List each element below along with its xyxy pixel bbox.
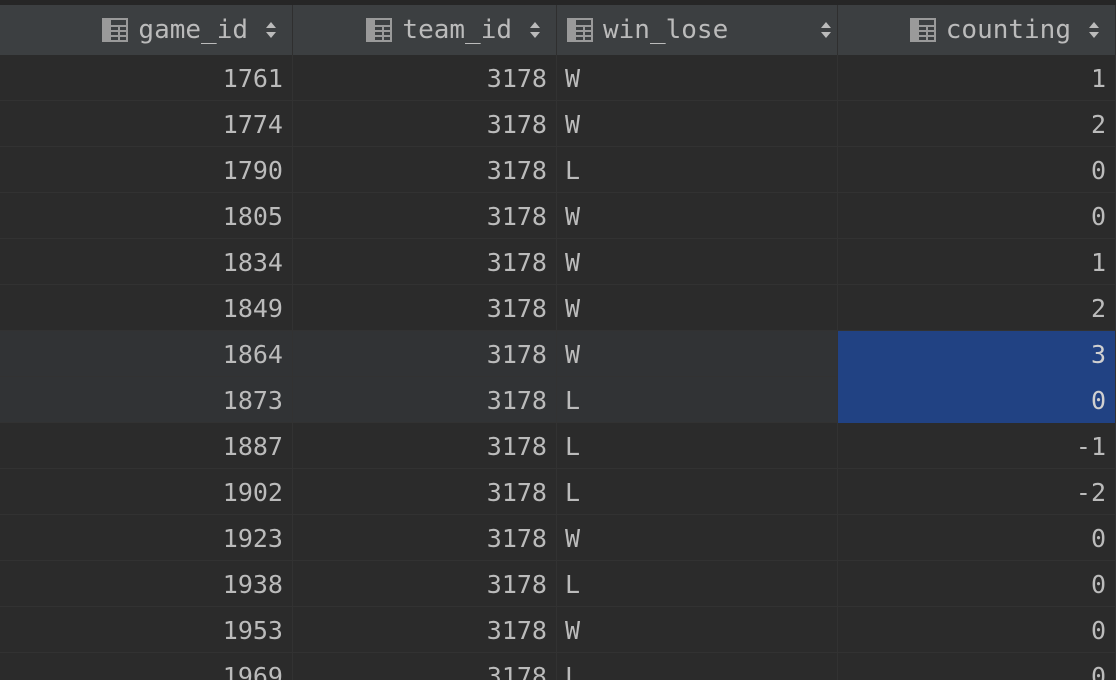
sort-icon[interactable]	[528, 20, 542, 40]
table-row[interactable]: 1761 3178 W 1	[0, 55, 1116, 101]
cell-team-id[interactable]: 3178	[293, 147, 557, 193]
cell-game-id[interactable]: 1938	[0, 561, 293, 607]
cell-counting[interactable]: 0	[838, 193, 1116, 239]
cell-game-id[interactable]: 1790	[0, 147, 293, 193]
cell-win-lose[interactable]: W	[557, 331, 838, 377]
sort-icon[interactable]	[264, 20, 278, 40]
cell-win-lose[interactable]: L	[557, 653, 838, 680]
table-row[interactable]: 1849 3178 W 2	[0, 285, 1116, 331]
cell-win-lose[interactable]: L	[557, 377, 838, 423]
cell-game-id[interactable]: 1761	[0, 55, 293, 101]
cell-game-id[interactable]: 1805	[0, 193, 293, 239]
table-column-icon	[567, 18, 593, 42]
sort-icon[interactable]	[819, 20, 833, 40]
cell-game-id[interactable]: 1953	[0, 607, 293, 653]
cell-counting-selected[interactable]: 0	[838, 377, 1116, 423]
cell-win-lose[interactable]: W	[557, 515, 838, 561]
table-row-selected[interactable]: 1873 3178 L 0	[0, 377, 1116, 423]
cell-counting[interactable]: -1	[838, 423, 1116, 469]
cell-counting[interactable]: 1	[838, 239, 1116, 285]
cell-counting[interactable]: 2	[838, 285, 1116, 331]
cell-game-id[interactable]: 1923	[0, 515, 293, 561]
cell-team-id[interactable]: 3178	[293, 377, 557, 423]
cell-game-id[interactable]: 1864	[0, 331, 293, 377]
cell-win-lose[interactable]: L	[557, 147, 838, 193]
cell-win-lose[interactable]: L	[557, 423, 838, 469]
column-header-label: team_id	[402, 15, 512, 45]
cell-win-lose[interactable]: W	[557, 101, 838, 147]
column-header-team-id[interactable]: team_id	[293, 5, 557, 55]
cell-win-lose[interactable]: L	[557, 561, 838, 607]
cell-counting[interactable]: 0	[838, 561, 1116, 607]
cell-win-lose[interactable]: W	[557, 193, 838, 239]
cell-game-id[interactable]: 1887	[0, 423, 293, 469]
cell-win-lose[interactable]: L	[557, 469, 838, 515]
cell-team-id[interactable]: 3178	[293, 55, 557, 101]
column-header-label: game_id	[138, 15, 248, 45]
cell-team-id[interactable]: 3178	[293, 331, 557, 377]
cell-counting[interactable]: 0	[838, 147, 1116, 193]
cell-counting-selected[interactable]: 3	[838, 331, 1116, 377]
cell-team-id[interactable]: 3178	[293, 607, 557, 653]
column-header-game-id[interactable]: game_id	[0, 5, 293, 55]
cell-win-lose[interactable]: W	[557, 55, 838, 101]
table-row[interactable]: 1938 3178 L 0	[0, 561, 1116, 607]
cell-team-id[interactable]: 3178	[293, 239, 557, 285]
table-row[interactable]: 1774 3178 W 2	[0, 101, 1116, 147]
table-row-selected[interactable]: 1864 3178 W 3	[0, 331, 1116, 377]
table-row[interactable]: 1902 3178 L -2	[0, 469, 1116, 515]
table-row[interactable]: 1969 3178 L 0	[0, 653, 1116, 680]
table-row[interactable]: 1887 3178 L -1	[0, 423, 1116, 469]
cell-game-id[interactable]: 1849	[0, 285, 293, 331]
cell-team-id[interactable]: 3178	[293, 101, 557, 147]
cell-game-id[interactable]: 1774	[0, 101, 293, 147]
cell-win-lose[interactable]: W	[557, 285, 838, 331]
cell-counting[interactable]: 0	[838, 607, 1116, 653]
cell-win-lose[interactable]: W	[557, 239, 838, 285]
cell-counting[interactable]: 0	[838, 653, 1116, 680]
cell-team-id[interactable]: 3178	[293, 423, 557, 469]
cell-team-id[interactable]: 3178	[293, 515, 557, 561]
table-row[interactable]: 1805 3178 W 0	[0, 193, 1116, 239]
table-column-icon	[366, 18, 393, 42]
cell-game-id[interactable]: 1902	[0, 469, 293, 515]
column-header-label: win_lose	[603, 15, 729, 45]
table-row[interactable]: 1790 3178 L 0	[0, 147, 1116, 193]
grid-header: game_id team_id win_lose counting	[0, 5, 1116, 55]
table-column-icon	[909, 18, 936, 42]
table-column-icon	[102, 18, 129, 42]
cell-team-id[interactable]: 3178	[293, 193, 557, 239]
column-header-counting[interactable]: counting	[838, 5, 1116, 55]
cell-counting[interactable]: 1	[838, 55, 1116, 101]
sort-icon[interactable]	[1087, 20, 1101, 40]
table-row[interactable]: 1953 3178 W 0	[0, 607, 1116, 653]
table-row[interactable]: 1923 3178 W 0	[0, 515, 1116, 561]
cell-team-id[interactable]: 3178	[293, 561, 557, 607]
column-header-win-lose[interactable]: win_lose	[557, 5, 838, 55]
table-row[interactable]: 1834 3178 W 1	[0, 239, 1116, 285]
cell-game-id[interactable]: 1873	[0, 377, 293, 423]
cell-game-id[interactable]: 1969	[0, 653, 293, 680]
cell-team-id[interactable]: 3178	[293, 469, 557, 515]
cell-counting[interactable]: 0	[838, 515, 1116, 561]
result-grid: game_id team_id win_lose counting 1761 3…	[0, 0, 1116, 680]
cell-team-id[interactable]: 3178	[293, 653, 557, 680]
cell-win-lose[interactable]: W	[557, 607, 838, 653]
cell-team-id[interactable]: 3178	[293, 285, 557, 331]
cell-game-id[interactable]: 1834	[0, 239, 293, 285]
cell-counting[interactable]: -2	[838, 469, 1116, 515]
cell-counting[interactable]: 2	[838, 101, 1116, 147]
column-header-label: counting	[945, 15, 1071, 45]
